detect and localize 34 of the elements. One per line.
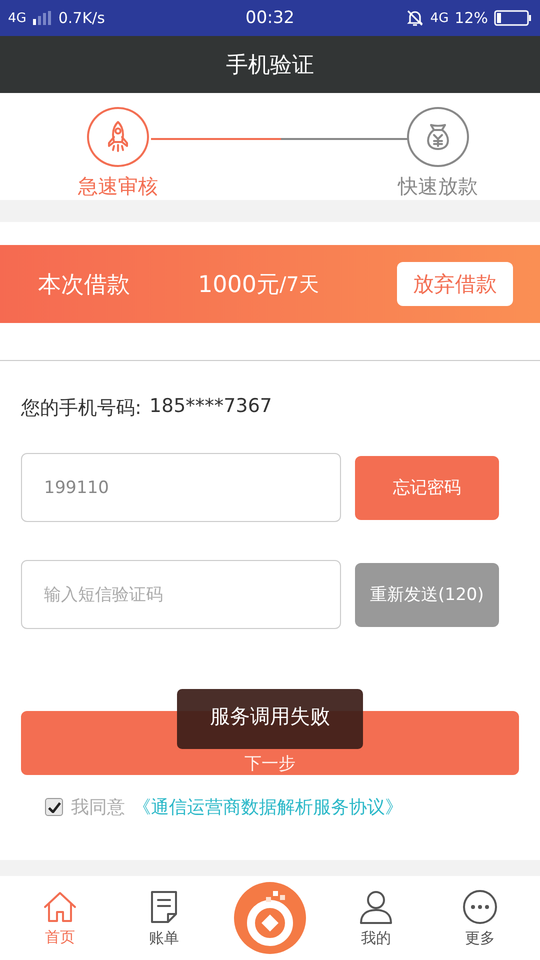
muted-bell-icon: [406, 9, 424, 27]
page-title: 手机验证: [226, 52, 314, 80]
checkbox[interactable]: [45, 798, 63, 816]
data-type: 4G: [430, 10, 449, 26]
tab-bar-item[interactable]: 我的: [341, 888, 411, 948]
logo-icon[interactable]: [233, 881, 307, 955]
network-type: 4G: [8, 10, 26, 26]
network-speed: 0.7K/s: [58, 9, 105, 27]
toast-message: 服务调用失败: [177, 689, 363, 749]
phone-label: 您的手机号码:: [21, 396, 142, 421]
loan-label: 本次借款: [38, 270, 131, 300]
rocket-icon: [105, 120, 131, 154]
phone-number: 185****7367: [149, 395, 272, 419]
battery-level: 12%: [454, 9, 488, 27]
input-field[interactable]: 输入短信验证码: [21, 560, 341, 629]
signal-icon: [32, 11, 52, 25]
agreement-link[interactable]: 《通信运营商数据解析服务协议》: [133, 795, 403, 819]
loan-amount: 1000元: [198, 270, 280, 300]
document-icon: [148, 888, 180, 924]
home-icon: [42, 890, 78, 924]
cancel-loan-button[interactable]: 放弃借款: [397, 262, 513, 306]
forgot-password-button[interactable]: 忘记密码: [355, 456, 499, 520]
step-label: 快速放款: [398, 173, 478, 200]
agree-label: 我同意: [71, 796, 125, 819]
tab-bar-item[interactable]: 首页: [25, 890, 95, 946]
tab-bar-item[interactable]: 更多: [445, 888, 515, 948]
input-field[interactable]: 199110: [21, 453, 341, 522]
clock: 00:32: [246, 8, 294, 28]
more-icon: [462, 888, 498, 924]
battery-icon: [494, 10, 532, 26]
user-icon: [358, 888, 394, 924]
tab-bar-item[interactable]: 账单: [129, 888, 199, 948]
loan-term: /7天: [280, 270, 320, 298]
step-label: 急速审核: [78, 173, 158, 200]
